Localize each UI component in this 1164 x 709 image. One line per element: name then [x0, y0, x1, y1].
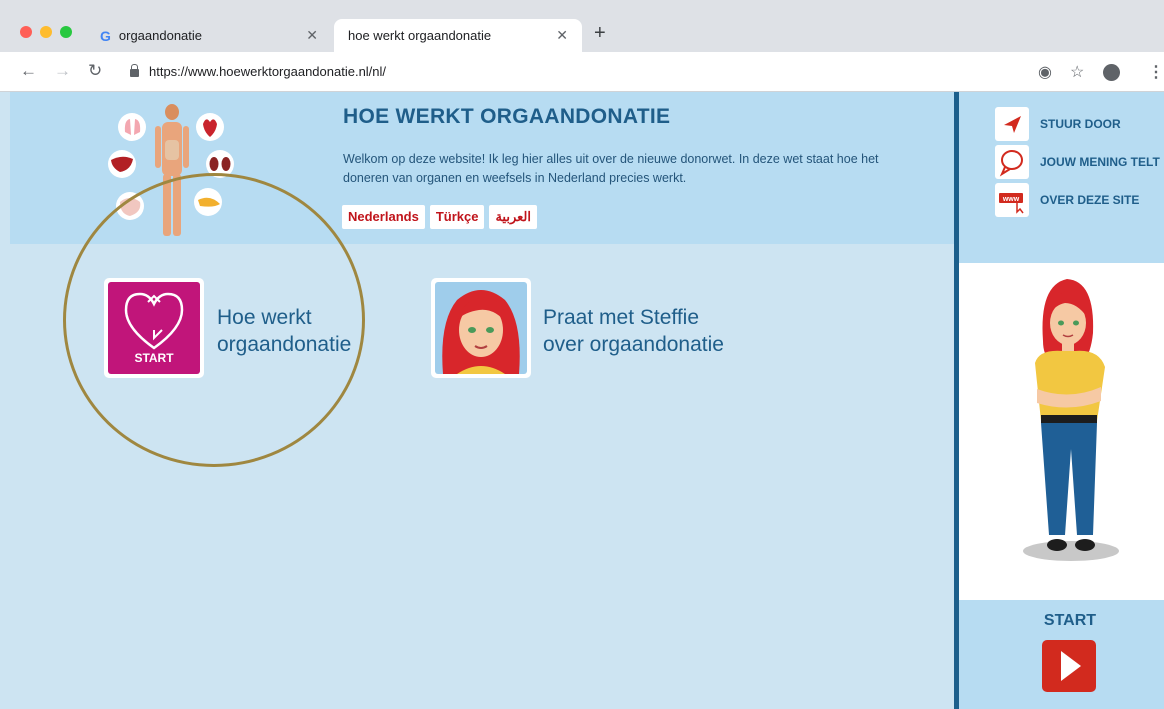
- sidebar-start-section: START: [959, 600, 1164, 709]
- tile-line: Praat met Steffie: [543, 306, 700, 329]
- tab-hoe-werkt-orgaandonatie[interactable]: hoe werkt orgaandonatie ✕: [334, 19, 582, 52]
- start-heading: START: [1043, 612, 1097, 629]
- url-text: https://www.hoewerktorgaandonatie.nl/nl/: [149, 64, 387, 79]
- lock-icon: [130, 63, 139, 77]
- steffie-face-illustration: [442, 290, 520, 374]
- sidebar-item-label: JOUW MENING TELT: [1040, 155, 1160, 169]
- close-window-button[interactable]: [20, 26, 32, 38]
- sidebar-item-label: OVER DEZE SITE: [1040, 193, 1140, 207]
- reload-icon[interactable]: ↻: [88, 61, 102, 81]
- intro-text: Welkom op deze website! Ik leg hier alle…: [343, 150, 903, 188]
- maximize-window-button[interactable]: [60, 26, 72, 38]
- highlight-annotation-circle: [63, 173, 365, 467]
- sidebar-item-stuur-door[interactable]: STUUR DOOR: [995, 107, 1121, 141]
- tab-close-icon[interactable]: ✕: [306, 27, 318, 44]
- google-g-icon: G: [100, 27, 111, 44]
- sidebar-item-over-deze-site[interactable]: www OVER DEZE SITE: [995, 183, 1139, 217]
- intro-line: doneren van organen en weefsels in Neder…: [343, 171, 687, 185]
- url-field[interactable]: https://www.hoewerktorgaandonatie.nl/nl/: [130, 63, 387, 79]
- minimize-window-button[interactable]: [40, 26, 52, 38]
- page-content: HOE WERKT ORGAANDONATIE Welkom op deze w…: [0, 92, 1164, 709]
- tab-orgaandonatie[interactable]: G orgaandonatie ✕: [88, 19, 332, 52]
- tab-label: orgaandonatie: [118, 28, 203, 43]
- address-bar: ← → ↻ https://www.hoewerktorgaandonatie.…: [0, 52, 1164, 92]
- kebab-menu-icon[interactable]: ⋮: [1148, 62, 1164, 82]
- tab-label: hoe werkt orgaandonatie: [348, 28, 492, 43]
- intro-line: Welkom op deze website! Ik leg hier alle…: [343, 152, 879, 166]
- profile-icon[interactable]: [1103, 64, 1120, 81]
- sidebar-item-label: STUUR DOOR: [1040, 117, 1121, 131]
- language-selector: Nederlands Türkçe العربية: [342, 205, 537, 229]
- play-button[interactable]: [1042, 640, 1096, 692]
- tab-close-icon[interactable]: ✕: [556, 27, 568, 44]
- language-arabic-button[interactable]: العربية: [489, 205, 537, 229]
- page-title: HOE WERKT ORGAANDONATIE: [343, 105, 671, 128]
- location-icon[interactable]: ◉: [1038, 62, 1052, 82]
- speech-bubble-icon: [995, 145, 1029, 179]
- language-turkce-button[interactable]: Türkçe: [429, 205, 485, 229]
- steffie-figure-illustration: [1023, 279, 1119, 561]
- play-icon: [1061, 651, 1081, 681]
- sidebar-item-jouw-mening-telt[interactable]: JOUW MENING TELT: [995, 145, 1160, 179]
- tile-line: over orgaandonatie: [543, 333, 724, 356]
- back-arrow-icon[interactable]: ←: [20, 61, 37, 81]
- steffie-avatar: [435, 282, 527, 374]
- forward-arrow-icon[interactable]: →: [54, 61, 71, 81]
- bookmark-star-icon[interactable]: ☆: [1070, 62, 1084, 82]
- www-icon: www: [995, 183, 1029, 217]
- steffie-panel: [959, 263, 1164, 600]
- tile-praat-met-steffie-link[interactable]: Praat met Steffie over orgaandonatie: [543, 304, 724, 358]
- browser-tab-bar: G orgaandonatie ✕ hoe werkt orgaandonati…: [0, 0, 1164, 52]
- steffie-tile[interactable]: [431, 278, 531, 378]
- new-tab-button[interactable]: +: [594, 22, 606, 45]
- paper-plane-icon: [995, 107, 1029, 141]
- language-nederlands-button[interactable]: Nederlands: [342, 205, 425, 229]
